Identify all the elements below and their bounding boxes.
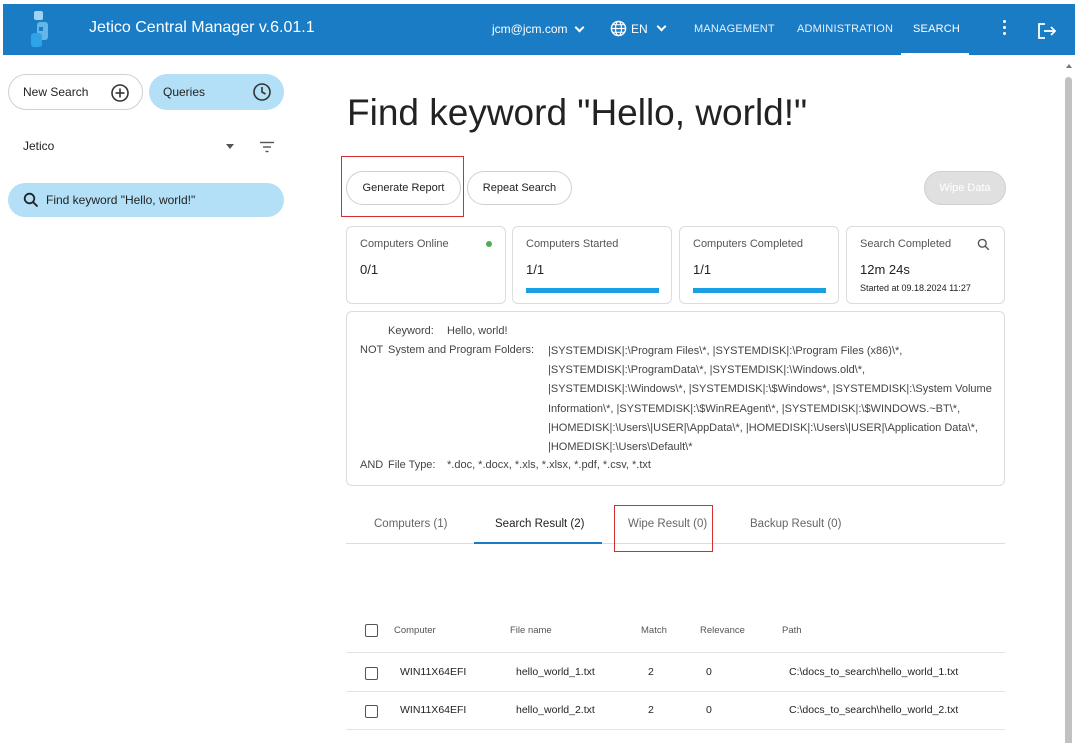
card-label: Search Completed bbox=[860, 238, 952, 250]
table-divider bbox=[346, 691, 1005, 692]
tab-backup-result[interactable]: Backup Result (0) bbox=[750, 518, 841, 530]
not-operator: NOT bbox=[360, 344, 384, 356]
card-label: Computers Online bbox=[360, 238, 449, 250]
folders-value: |SYSTEMDISK|:\Program Files\*, |SYSTEMDI… bbox=[548, 345, 992, 454]
active-tab-indicator bbox=[474, 542, 602, 544]
card-label: Computers Completed bbox=[693, 238, 804, 250]
search-icon bbox=[23, 192, 39, 208]
more-options-icon[interactable] bbox=[1003, 20, 1007, 38]
card-value: 0/1 bbox=[360, 262, 379, 277]
keyword-label: Keyword: bbox=[388, 325, 434, 337]
cell-computer: WIN11X64EFI bbox=[400, 704, 467, 716]
add-circle-icon bbox=[111, 84, 129, 102]
row-checkbox[interactable] bbox=[365, 705, 378, 718]
wipe-data-button[interactable]: Wipe Data bbox=[924, 171, 1006, 205]
dropdown-caret-icon[interactable] bbox=[226, 144, 234, 149]
column-header-match[interactable]: Match bbox=[641, 625, 667, 636]
tab-search-result[interactable]: Search Result (2) bbox=[495, 518, 584, 530]
card-label: Computers Started bbox=[526, 238, 619, 250]
card-value: 12m 24s bbox=[860, 262, 910, 277]
page-title: Find keyword "Hello, world!" bbox=[347, 92, 808, 133]
cell-file-name: hello_world_1.txt bbox=[516, 666, 595, 678]
card-computers-started: Computers Started 1/1 bbox=[512, 226, 672, 304]
cell-relevance: 0 bbox=[706, 666, 712, 678]
nav-search[interactable]: SEARCH bbox=[913, 23, 960, 35]
active-nav-indicator bbox=[901, 53, 969, 55]
main-scrollbar[interactable] bbox=[1064, 60, 1074, 743]
new-search-label: New Search bbox=[23, 85, 89, 99]
user-menu[interactable]: jcm@jcm.com bbox=[492, 22, 584, 36]
sidebar: New Search Queries Jetico Find keyword "… bbox=[0, 55, 300, 743]
user-email: jcm@jcm.com bbox=[492, 22, 568, 36]
card-value: 1/1 bbox=[693, 262, 712, 277]
column-header-file-name[interactable]: File name bbox=[510, 625, 552, 636]
card-value: 1/1 bbox=[526, 262, 545, 277]
column-header-computer[interactable]: Computer bbox=[394, 625, 436, 636]
filter-icon[interactable] bbox=[259, 141, 275, 153]
scroll-up-arrow-icon[interactable] bbox=[1066, 64, 1072, 68]
queries-button[interactable]: Queries bbox=[149, 74, 284, 110]
jetico-logo-icon bbox=[31, 11, 48, 47]
search-criteria-panel: Keyword: Hello, world! NOT System and Pr… bbox=[346, 311, 1005, 486]
row-checkbox[interactable] bbox=[365, 667, 378, 680]
keyword-value: Hello, world! bbox=[447, 325, 508, 337]
nav-management[interactable]: MANAGEMENT bbox=[694, 23, 775, 35]
logout-icon[interactable] bbox=[1037, 22, 1057, 40]
file-type-value: *.doc, *.docx, *.xls, *.xlsx, *.pdf, *.c… bbox=[447, 459, 651, 471]
nav-administration[interactable]: ADMINISTRATION bbox=[797, 23, 893, 35]
online-status-dot bbox=[486, 241, 492, 247]
app-title: Jetico Central Manager v.6.01.1 bbox=[89, 19, 315, 36]
globe-icon bbox=[610, 20, 627, 37]
tab-computers[interactable]: Computers (1) bbox=[374, 518, 448, 530]
app-header: Jetico Central Manager v.6.01.1 jcm@jcm.… bbox=[3, 4, 1075, 55]
highlight-box-wipe-result bbox=[614, 505, 713, 552]
table-divider bbox=[346, 729, 1005, 730]
cell-match: 2 bbox=[648, 704, 654, 716]
card-computers-online: Computers Online 0/1 bbox=[346, 226, 506, 304]
search-icon bbox=[977, 238, 990, 251]
repeat-search-button[interactable]: Repeat Search bbox=[467, 171, 572, 205]
table-divider bbox=[346, 652, 1005, 653]
and-operator: AND bbox=[360, 459, 384, 471]
progress-bar-completed bbox=[693, 288, 826, 293]
progress-bar-started bbox=[526, 288, 659, 293]
cell-match: 2 bbox=[648, 666, 654, 678]
cell-relevance: 0 bbox=[706, 704, 712, 716]
query-item-label: Find keyword "Hello, world!" bbox=[46, 193, 196, 207]
card-computers-completed: Computers Completed 1/1 bbox=[679, 226, 839, 304]
cell-path: C:\docs_to_search\hello_world_2.txt bbox=[789, 704, 959, 716]
column-header-relevance[interactable]: Relevance bbox=[700, 625, 745, 636]
chevron-down-icon bbox=[574, 22, 584, 32]
new-search-button[interactable]: New Search bbox=[8, 74, 143, 110]
file-type-label: File Type: bbox=[388, 459, 436, 471]
queries-label: Queries bbox=[163, 85, 206, 99]
clock-icon bbox=[253, 83, 271, 101]
select-all-checkbox[interactable] bbox=[365, 624, 378, 637]
cell-computer: WIN11X64EFI bbox=[400, 666, 467, 678]
cell-path: C:\docs_to_search\hello_world_1.txt bbox=[789, 666, 959, 678]
cell-file-name: hello_world_2.txt bbox=[516, 704, 595, 716]
chevron-down-icon bbox=[656, 21, 667, 32]
language-menu[interactable]: EN bbox=[610, 20, 667, 37]
language-label: EN bbox=[631, 21, 648, 36]
query-list-item[interactable]: Find keyword "Hello, world!" bbox=[8, 183, 284, 217]
organization-select[interactable]: Jetico bbox=[23, 139, 243, 153]
column-header-path[interactable]: Path bbox=[782, 625, 802, 636]
highlight-box-generate-report bbox=[341, 156, 464, 217]
folders-label: System and Program Folders: bbox=[388, 344, 535, 356]
card-search-completed: Search Completed 12m 24s Started at 09.1… bbox=[846, 226, 1005, 304]
search-started-at: Started at 09.18.2024 11:27 bbox=[860, 283, 971, 293]
scrollbar-thumb[interactable] bbox=[1065, 77, 1072, 743]
